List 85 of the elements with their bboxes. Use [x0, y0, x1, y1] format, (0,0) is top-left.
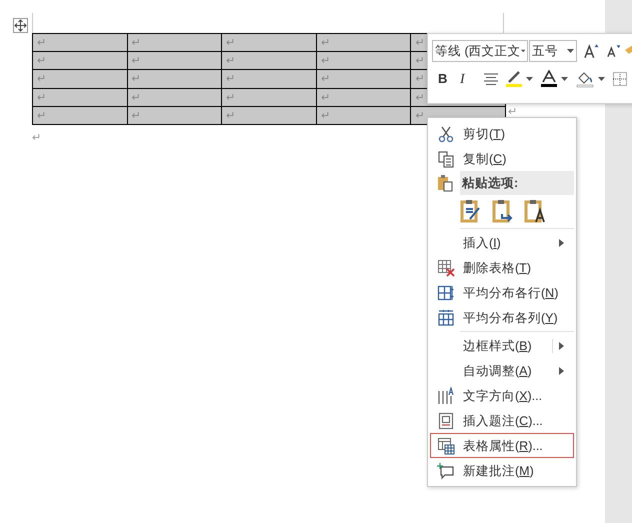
menu-item-label: 平均分布各列(Y) [463, 310, 558, 324]
merge-formatting-paste-icon[interactable] [492, 199, 514, 223]
menu-item-label: 文字方向(X)... [463, 388, 542, 402]
menu-item-label: 新建批注(M) [463, 464, 534, 478]
submenu-arrow-icon [559, 342, 565, 350]
cell-end-mark: ↵ [415, 92, 424, 104]
paste-options-header: 粘贴选项: [460, 171, 574, 195]
submenu-arrow-icon [559, 366, 565, 374]
paragraph-mark: ↵ [32, 132, 41, 144]
cell-end-mark: ↵ [226, 92, 236, 104]
distribute-columns-icon [437, 308, 455, 326]
clipboard-icon [436, 174, 454, 192]
menu-item-label: 插入(I) [463, 236, 501, 250]
cell-end-mark: ↵ [415, 73, 424, 86]
dropdown-caret-icon[interactable] [526, 77, 533, 81]
dropdown-caret-icon[interactable] [520, 49, 525, 53]
dropdown-caret-icon[interactable] [561, 77, 568, 81]
cell-end-mark: ↵ [226, 110, 236, 122]
highlighter-icon[interactable] [506, 70, 522, 88]
row-end-mark: ↵ [508, 105, 517, 120]
submenu-item[interactable]: 边框样式(B) [430, 333, 574, 358]
cell-end-mark: ↵ [226, 55, 236, 68]
cell-end-mark: ↵ [37, 73, 46, 86]
new-comment-icon [437, 462, 455, 480]
text-only-paste-icon[interactable] [524, 199, 546, 223]
cell-end-mark: ↵ [132, 92, 141, 104]
menu-item[interactable]: 文字方向(X)... [430, 383, 574, 408]
keep-formatting-paste-icon[interactable] [460, 199, 482, 223]
menu-item[interactable]: 新建批注(M) [430, 458, 574, 483]
submenu-item[interactable]: 自动调整(A) [430, 358, 574, 383]
menu-item[interactable]: 删除表格(T) [430, 255, 574, 280]
shading-icon[interactable] [576, 70, 594, 88]
cell-end-mark: ↵ [320, 73, 330, 86]
font-size-select[interactable]: 五号 [529, 40, 578, 62]
cell-end-mark: ↵ [132, 73, 141, 86]
distribute-rows-icon [437, 284, 455, 302]
text-direction-icon [437, 386, 455, 404]
cell-end-mark: ↵ [132, 55, 141, 68]
scissors-icon [437, 124, 455, 142]
cell-end-mark: ↵ [415, 37, 424, 49]
caption-icon [437, 412, 455, 430]
cell-end-mark: ↵ [132, 37, 141, 49]
cell-end-mark: ↵ [37, 110, 46, 122]
bold-button[interactable]: B [438, 69, 458, 89]
menu-item-label: 剪切(T) [463, 126, 505, 140]
cell-end-mark: ↵ [37, 55, 46, 68]
borders-icon[interactable] [613, 72, 627, 86]
cell-end-mark: ↵ [226, 73, 236, 86]
font-select[interactable]: 等线 (西文正文 [432, 40, 528, 62]
italic-button[interactable]: I [460, 68, 482, 90]
table-delete-icon [437, 258, 455, 276]
cell-end-mark: ↵ [226, 37, 236, 49]
menu-item[interactable]: 剪切(T) [430, 121, 574, 146]
menu-item-label: 平均分布各行(N) [463, 286, 558, 300]
menu-item[interactable]: 插入题注(C)... [430, 408, 574, 433]
shrink-font-icon[interactable] [606, 44, 620, 58]
grow-font-icon[interactable] [584, 43, 600, 59]
cell-end-mark: ↵ [320, 110, 330, 122]
font-color-icon[interactable] [541, 70, 557, 88]
menu-item-label: 自动调整(A) [463, 364, 532, 378]
cell-end-mark: ↵ [320, 55, 330, 68]
menu-item-label: 插入题注(C)... [463, 414, 543, 428]
cell-end-mark: ↵ [415, 110, 424, 122]
submenu-arrow-icon [559, 238, 565, 246]
menu-item[interactable]: 表格属性(R)... [430, 433, 574, 458]
cell-end-mark: ↵ [415, 55, 424, 68]
cell-end-mark: ↵ [37, 37, 46, 49]
menu-item-label: 边框样式(B) [463, 338, 532, 352]
menu-item-label: 复制(C) [463, 152, 506, 166]
cell-end-mark: ↵ [320, 92, 330, 104]
align-center-icon[interactable] [484, 73, 498, 85]
submenu-item[interactable]: 插入(I) [430, 230, 574, 255]
menu-item-label: 删除表格(T) [463, 260, 531, 274]
dropdown-caret-icon[interactable] [598, 77, 605, 81]
table-move-handle-icon[interactable] [13, 18, 28, 33]
menu-item-label: 表格属性(R)... [463, 438, 543, 452]
cell-end-mark: ↵ [37, 92, 46, 104]
cell-end-mark: ↵ [132, 110, 141, 122]
menu-item[interactable]: 复制(C) [430, 146, 574, 171]
cell-end-mark: ↵ [320, 37, 330, 49]
menu-item[interactable]: 平均分布各行(N) [430, 280, 574, 305]
copy-icon [437, 150, 455, 168]
table-properties-icon [437, 436, 455, 454]
dropdown-caret-icon[interactable] [567, 49, 574, 53]
menu-item[interactable]: 平均分布各列(Y) [430, 305, 574, 330]
